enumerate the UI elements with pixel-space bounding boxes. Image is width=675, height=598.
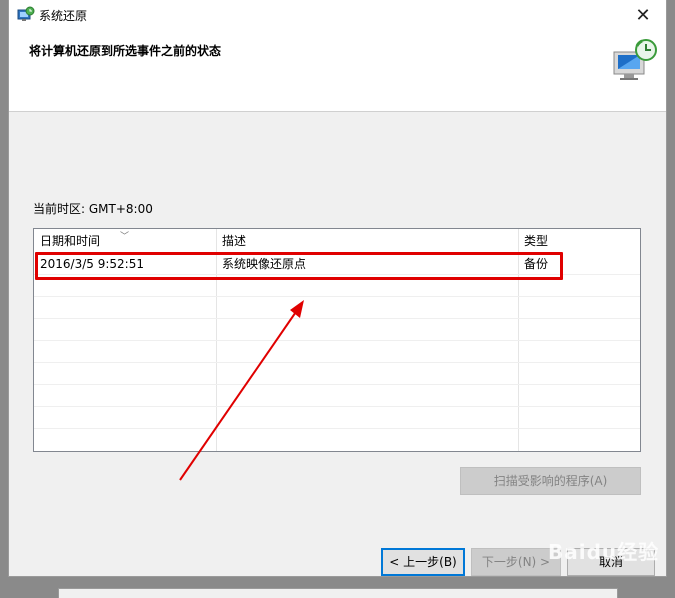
restore-computer-icon: [613, 39, 657, 80]
row-divider: [34, 362, 640, 363]
row-divider: [34, 406, 640, 407]
column-header-type[interactable]: 类型: [518, 229, 640, 251]
wizard-header: 将计算机还原到所选事件之前的状态: [9, 30, 666, 112]
system-restore-dialog: 系统还原 ✕ 将计算机还原到所选事件之前的状态 当前时区: GMT+8:00 日…: [8, 0, 667, 577]
row-divider: [34, 318, 640, 319]
background-window-edge: [58, 588, 618, 598]
column-header-datetime[interactable]: 日期和时间 ﹀: [34, 229, 216, 251]
row-divider: [34, 428, 640, 429]
row-divider: [34, 384, 640, 385]
back-button[interactable]: < 上一步(B): [381, 548, 465, 576]
page-instruction: 将计算机还原到所选事件之前的状态: [29, 44, 222, 58]
baidu-watermark: Baidu经验: [548, 540, 660, 564]
system-restore-icon: [17, 6, 35, 21]
row-divider: [34, 296, 640, 297]
table-header: 日期和时间 ﹀ 描述 类型: [34, 229, 640, 251]
timezone-label: 当前时区: GMT+8:00: [33, 202, 153, 216]
column-header-description[interactable]: 描述: [216, 229, 518, 251]
close-button[interactable]: ✕: [620, 0, 666, 30]
window-title: 系统还原: [39, 9, 88, 23]
annotation-highlight-box: [35, 252, 563, 280]
title-bar[interactable]: 系统还原 ✕: [9, 0, 666, 30]
column-header-label: 日期和时间: [40, 234, 101, 248]
row-divider: [34, 340, 640, 341]
scan-affected-programs-button[interactable]: 扫描受影响的程序(A): [460, 467, 641, 495]
sort-chevron-icon: ﹀: [120, 232, 130, 242]
close-icon: ✕: [635, 4, 651, 26]
